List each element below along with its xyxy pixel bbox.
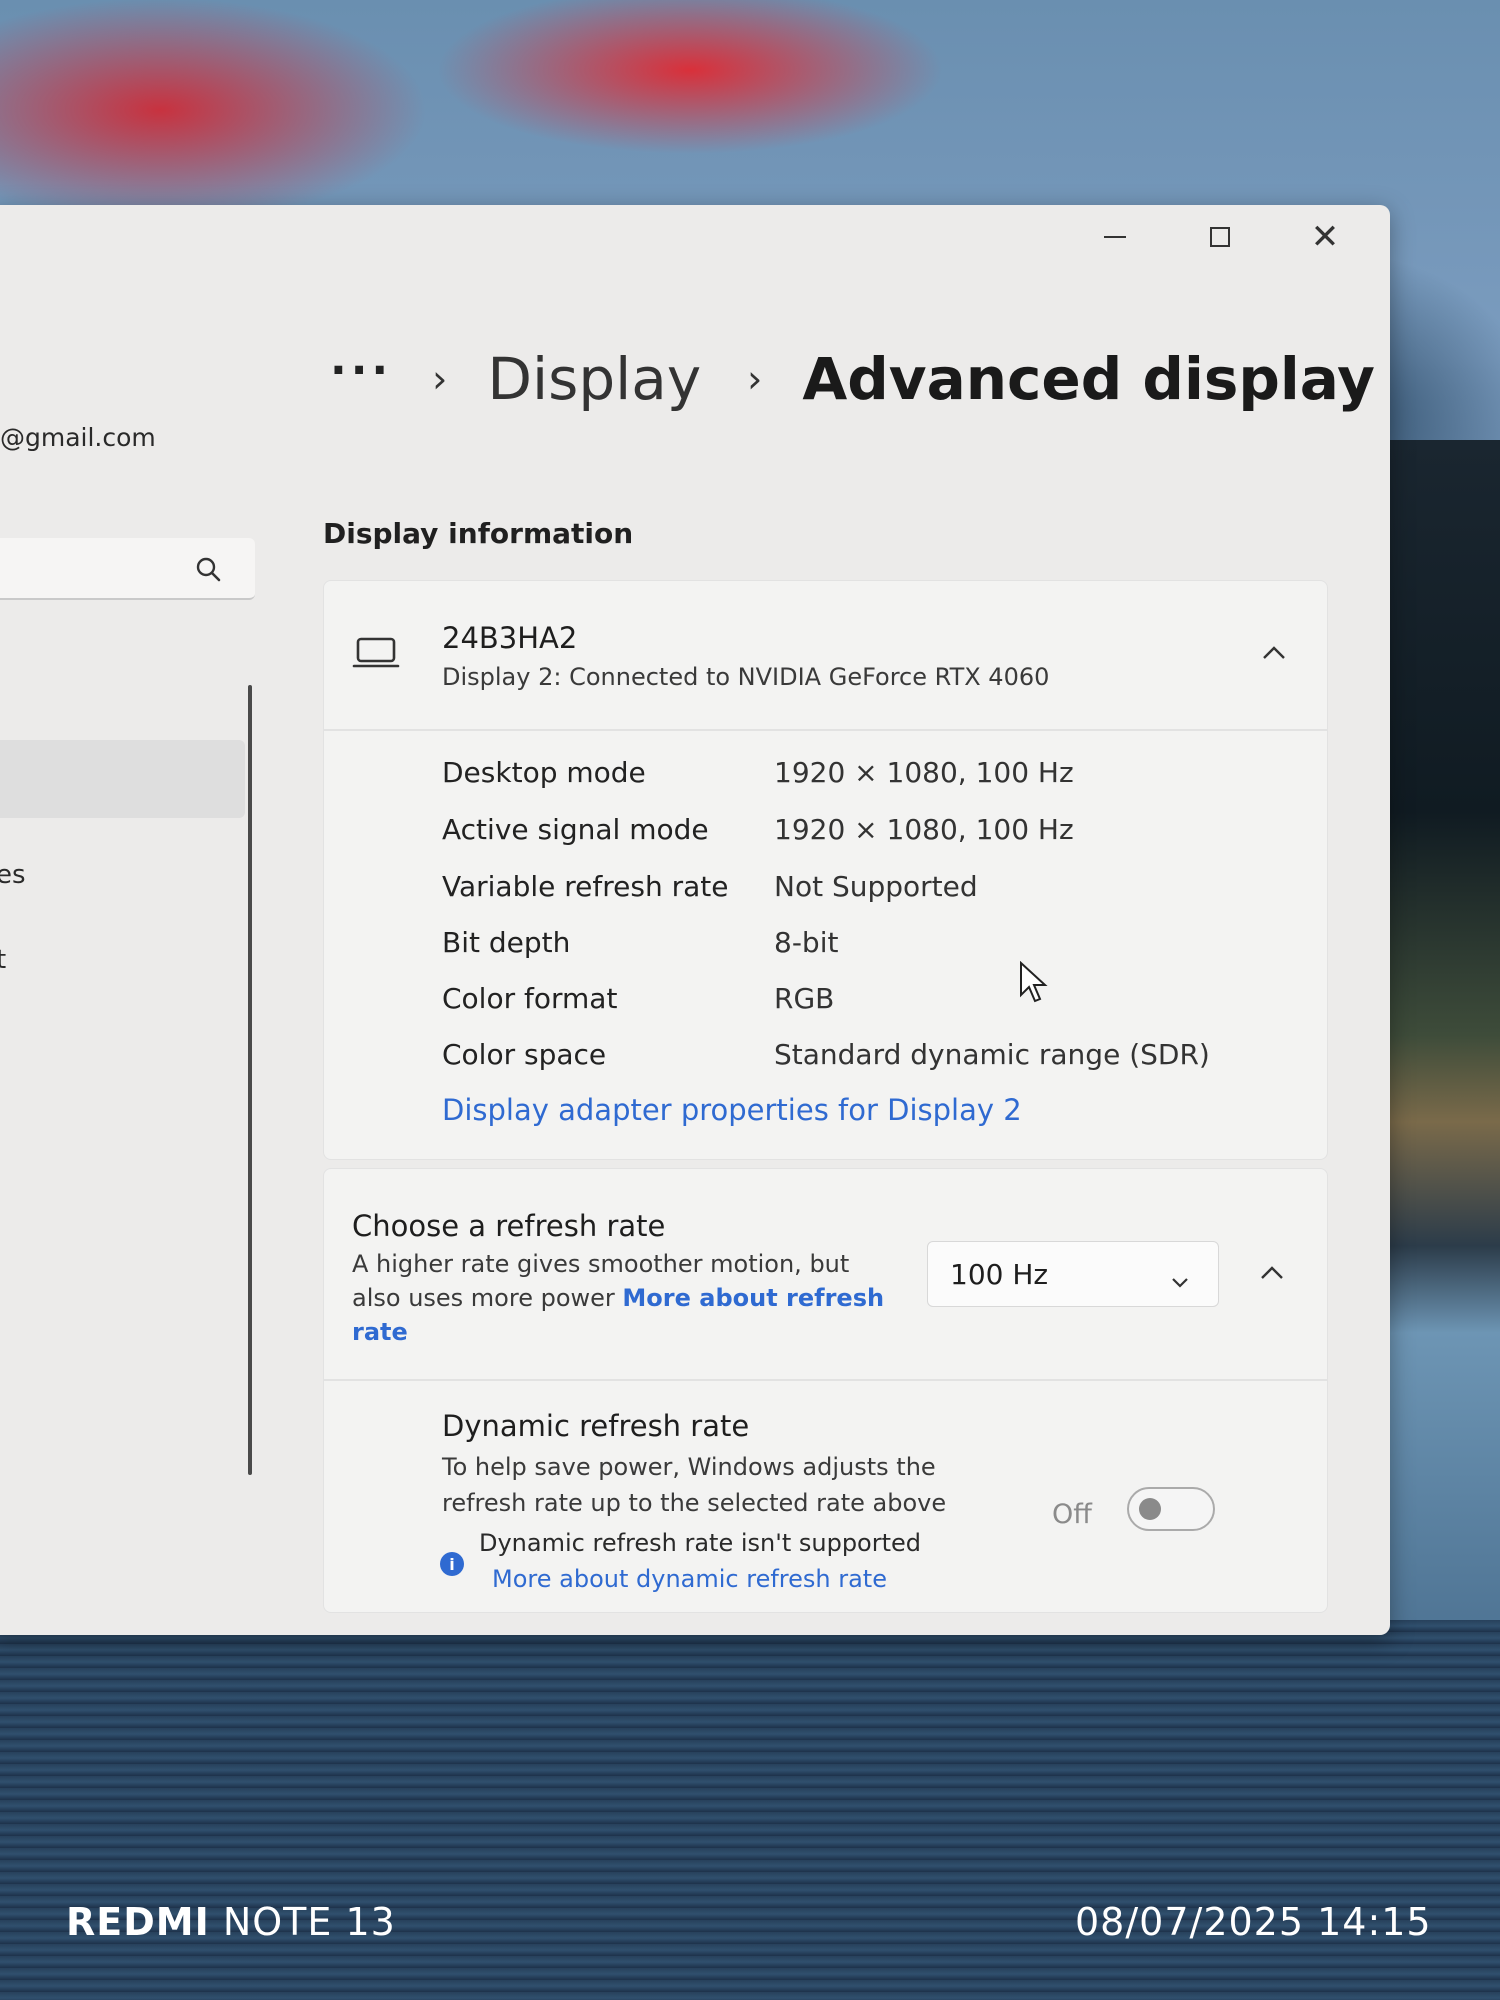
refresh-rate-description: A higher rate gives smoother motion, but… (352, 1247, 892, 1349)
dynamic-refresh-toggle[interactable] (1127, 1487, 1215, 1531)
chevron-up-icon[interactable] (1254, 633, 1294, 673)
account-email: @gmail.com (0, 423, 156, 452)
chevron-right-icon: › (432, 357, 448, 401)
refresh-rate-card: Choose a refresh rate A higher rate give… (323, 1168, 1328, 1613)
chevron-down-icon (1170, 1264, 1190, 1297)
more-about-dynamic-refresh-link[interactable]: More about dynamic refresh rate (492, 1565, 887, 1593)
info-label-desktop-mode: Desktop mode (442, 756, 646, 789)
chevron-up-icon[interactable] (1252, 1253, 1292, 1293)
refresh-rate-select[interactable]: 100 Hz (927, 1241, 1219, 1307)
info-value-bit-depth: 8-bit (774, 926, 839, 959)
minimize-button[interactable] (1085, 217, 1145, 257)
maximize-icon (1210, 227, 1230, 247)
dynamic-refresh-title: Dynamic refresh rate (442, 1409, 750, 1443)
watermark-model: NOTE 13 (222, 1900, 396, 1944)
sidebar-scrollbar[interactable] (248, 685, 252, 1475)
info-label-vrr: Variable refresh rate (442, 870, 729, 903)
section-title: Display information (323, 517, 634, 550)
info-label-color-format: Color format (442, 982, 618, 1015)
display-info-header[interactable]: 24B3HA2 Display 2: Connected to NVIDIA G… (324, 581, 1327, 731)
close-icon: ✕ (1310, 217, 1340, 257)
toggle-knob (1139, 1498, 1161, 1520)
watermark-brand: REDMI (66, 1900, 210, 1944)
adapter-properties-link[interactable]: Display adapter properties for Display 2 (442, 1093, 1022, 1127)
info-label-active-signal: Active signal mode (442, 813, 709, 846)
refresh-rate-selected-value: 100 Hz (950, 1257, 1049, 1291)
minimize-icon (1104, 236, 1126, 238)
info-value-vrr: Not Supported (774, 870, 978, 903)
laptop-monitor-icon (352, 633, 400, 673)
info-value-active-signal: 1920 × 1080, 100 Hz (774, 813, 1074, 846)
display-info-card: 24B3HA2 Display 2: Connected to NVIDIA G… (323, 580, 1328, 1160)
info-value-color-format: RGB (774, 982, 835, 1015)
info-label-color-space: Color space (442, 1038, 607, 1071)
sidebar-item-partial[interactable]: es (0, 860, 26, 890)
dynamic-refresh-unsupported: Dynamic refresh rate isn't supported (479, 1529, 922, 1557)
sidebar-item-selected[interactable] (0, 740, 245, 818)
toggle-state-label: Off (1052, 1499, 1092, 1530)
info-value-color-space: Standard dynamic range (SDR) (774, 1038, 1210, 1071)
photo-watermark-datetime: 08/07/2025 14:15 (1075, 1900, 1432, 1944)
page-title: Advanced display (802, 345, 1375, 413)
refresh-rate-header: Choose a refresh rate A higher rate give… (324, 1169, 1327, 1381)
maximize-button[interactable] (1190, 217, 1250, 257)
info-icon: i (440, 1552, 464, 1576)
close-button[interactable]: ✕ (1295, 217, 1355, 257)
settings-window: ✕ @gmail.com es t ··· › Display › Advanc… (0, 205, 1390, 1635)
info-label-bit-depth: Bit depth (442, 926, 571, 959)
photo-watermark-model: REDMI NOTE 13 (66, 1900, 396, 1944)
breadcrumb-display-link[interactable]: Display (487, 345, 701, 413)
monitor-connection: Display 2: Connected to NVIDIA GeForce R… (442, 663, 1050, 691)
chevron-right-icon: › (747, 357, 763, 401)
monitor-name: 24B3HA2 (442, 621, 578, 655)
dynamic-refresh-description: To help save power, Windows adjusts the … (442, 1453, 947, 1517)
sidebar-item-partial[interactable]: t (0, 945, 6, 975)
desktop-trees (1390, 440, 1500, 1680)
info-value-desktop-mode: 1920 × 1080, 100 Hz (774, 756, 1074, 789)
mouse-cursor-icon (1019, 960, 1049, 1009)
search-input[interactable] (0, 538, 255, 600)
breadcrumb-more-button[interactable]: ··· (330, 349, 392, 393)
refresh-rate-title: Choose a refresh rate (352, 1209, 666, 1243)
search-icon (190, 551, 226, 587)
breadcrumb: ··· › Display › Advanced display (330, 345, 1375, 413)
